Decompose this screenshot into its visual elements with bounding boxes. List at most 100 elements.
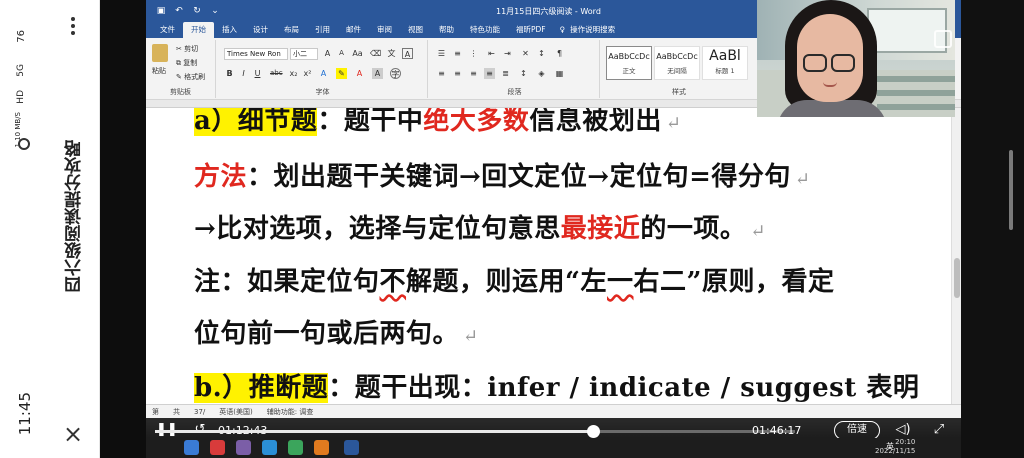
char-border-icon[interactable]: A (402, 48, 413, 59)
decrease-indent-icon[interactable]: ⇤ (486, 48, 497, 59)
doc-line-1-red: 绝大多数 (423, 108, 530, 136)
tab-layout[interactable]: 布局 (276, 22, 307, 38)
grow-font-icon[interactable]: A (322, 48, 333, 59)
doc-method-label: 方法 (194, 162, 248, 192)
progress-knob[interactable] (587, 425, 600, 438)
browser-taskbar-icon[interactable] (210, 440, 225, 455)
alarm-icon (18, 138, 30, 150)
cut-label: 剪切 (184, 45, 199, 53)
tab-design[interactable]: 设计 (245, 22, 276, 38)
clock-date: 2022/11/15 (875, 447, 916, 455)
style-no-spacing[interactable]: AaBbCcDc 无间隔 (654, 46, 700, 80)
line-spacing-icon[interactable]: ↕ (518, 68, 529, 79)
status-language[interactable]: 英语(美国) (219, 407, 252, 417)
qa-more-icon[interactable]: ⌄ (210, 6, 220, 16)
redo-icon[interactable]: ↻ (192, 6, 202, 16)
highlight-icon[interactable]: ✎ (336, 68, 347, 79)
volume-icon[interactable]: ◁) (894, 422, 912, 438)
show-marks-icon[interactable]: ¶ (554, 48, 565, 59)
tab-mailings[interactable]: 邮件 (338, 22, 369, 38)
distributed-icon[interactable]: ≣ (500, 68, 511, 79)
bold-icon[interactable]: B (224, 68, 235, 79)
doc-line-2: 方法：划出题干关键词→回文定位→定位句=得分句 ↵ (194, 156, 810, 193)
phone-scroll-indicator (1009, 150, 1013, 230)
close-icon[interactable]: × (62, 422, 84, 446)
strikethrough-icon[interactable]: abc (270, 68, 283, 79)
taskbar-clock: 20:10 2022/11/15 (875, 438, 915, 456)
tab-file[interactable]: 文件 (152, 22, 183, 38)
cam-glasses-left (803, 54, 827, 72)
tab-review[interactable]: 审阅 (369, 22, 400, 38)
tab-help[interactable]: 帮助 (431, 22, 462, 38)
document-title: 11月15日四六级阅读 - Word (496, 7, 601, 16)
multilevel-list-icon[interactable]: ⋮ (468, 48, 479, 59)
enclose-char-icon[interactable]: 字 (390, 68, 401, 79)
tab-foxit-pdf[interactable]: 福昕PDF (508, 22, 554, 38)
status-words[interactable]: 共 (173, 407, 180, 417)
cut-button[interactable]: ✂ 剪切 (176, 44, 198, 54)
word-taskbar-icon[interactable] (344, 440, 359, 455)
sort-icon[interactable]: ↕ (536, 48, 547, 59)
chinese-layout-icon[interactable]: ✕ (520, 48, 531, 59)
undo-icon[interactable]: ↶ (174, 6, 184, 16)
clipboard-group: 粘贴 ✂ 剪切 ⧉ 复制 ✎ 格式刷 剪贴板 (146, 40, 216, 98)
change-case-icon[interactable]: Aa (352, 48, 363, 59)
tab-view[interactable]: 视图 (400, 22, 431, 38)
char-shading-icon[interactable]: A (372, 68, 383, 79)
save-icon[interactable]: ▣ (156, 6, 166, 16)
numbering-icon[interactable]: ≡ (452, 48, 463, 59)
video-title: 四六级阅读提分攻略 (65, 140, 85, 293)
status-accessibility[interactable]: 辅助功能: 调查 (267, 407, 314, 417)
tell-me-search[interactable]: ♀ 操作说明搜索 (554, 22, 622, 38)
clipboard-label: 剪贴板 (170, 88, 191, 96)
doc-line-5-text: 位句前一句或后两句。 (194, 319, 460, 349)
scroll-thumb[interactable] (954, 258, 960, 298)
pinyin-icon[interactable]: 文 (386, 48, 397, 59)
font-color-icon[interactable]: A (354, 68, 365, 79)
font-size-select[interactable]: 小二 (290, 48, 318, 60)
shading-icon[interactable]: ◈ (536, 68, 547, 79)
fullscreen-icon[interactable]: ⤢ (930, 422, 948, 438)
tab-home[interactable]: 开始 (183, 22, 214, 38)
text-effects-icon[interactable]: A (318, 68, 329, 79)
doc-detail-question-label: a）细节题 (194, 108, 318, 136)
tab-features[interactable]: 特色功能 (462, 22, 508, 38)
borders-icon[interactable]: ▦ (554, 68, 565, 79)
clear-format-icon[interactable]: ⌫ (370, 48, 381, 59)
doc-line-2-text: ：划出题干关键词→回文定位→定位句=得分句 (247, 162, 791, 192)
shrink-font-icon[interactable]: A (336, 48, 347, 59)
tab-insert[interactable]: 插入 (214, 22, 245, 38)
bullets-icon[interactable]: ☰ (436, 48, 447, 59)
align-right-icon[interactable]: ≡ (468, 68, 479, 79)
styles-group: AaBbCcDc 正文 AaBbCcDc 无间隔 AaBl 标题 1 样式 (602, 40, 756, 98)
vertical-scrollbar[interactable] (951, 108, 961, 404)
justify-icon[interactable]: ≡ (484, 68, 495, 79)
pip-icon[interactable] (934, 30, 952, 48)
explorer-taskbar-icon[interactable] (262, 440, 277, 455)
document-page[interactable]: a）细节题：题干中绝大多数信息被划出 ↵ 方法：划出题干关键词→回文定位→定位句=… (146, 108, 961, 404)
underline-icon[interactable]: U (252, 68, 263, 79)
font-name-select[interactable]: Times New Ron (224, 48, 288, 60)
font-label: 字体 (315, 88, 330, 96)
align-left-icon[interactable]: ≡ (436, 68, 447, 79)
tab-references[interactable]: 引用 (307, 22, 338, 38)
status-page[interactable]: 第 (152, 407, 159, 417)
style-heading-1[interactable]: AaBl 标题 1 (702, 46, 748, 80)
total-time: 01:46:17 (752, 424, 802, 437)
format-painter-button[interactable]: ✎ 格式刷 (176, 72, 205, 82)
align-center-icon[interactable]: ≡ (452, 68, 463, 79)
subscript-icon[interactable]: x₂ (288, 68, 299, 79)
paste-icon[interactable] (152, 44, 168, 62)
app-taskbar-icon[interactable] (236, 440, 251, 455)
italic-icon[interactable]: I (238, 68, 249, 79)
superscript-icon[interactable]: x² (302, 68, 313, 79)
increase-indent-icon[interactable]: ⇥ (502, 48, 513, 59)
meeting-taskbar-icon[interactable] (314, 440, 329, 455)
chat-taskbar-icon[interactable] (288, 440, 303, 455)
paste-button[interactable]: 粘贴 (152, 66, 166, 76)
style-normal[interactable]: AaBbCcDc 正文 (606, 46, 652, 80)
more-menu-icon[interactable] (66, 14, 80, 44)
search-taskbar-icon[interactable] (184, 440, 199, 455)
status-count[interactable]: 37/ (194, 408, 205, 416)
copy-button[interactable]: ⧉ 复制 (176, 58, 197, 68)
